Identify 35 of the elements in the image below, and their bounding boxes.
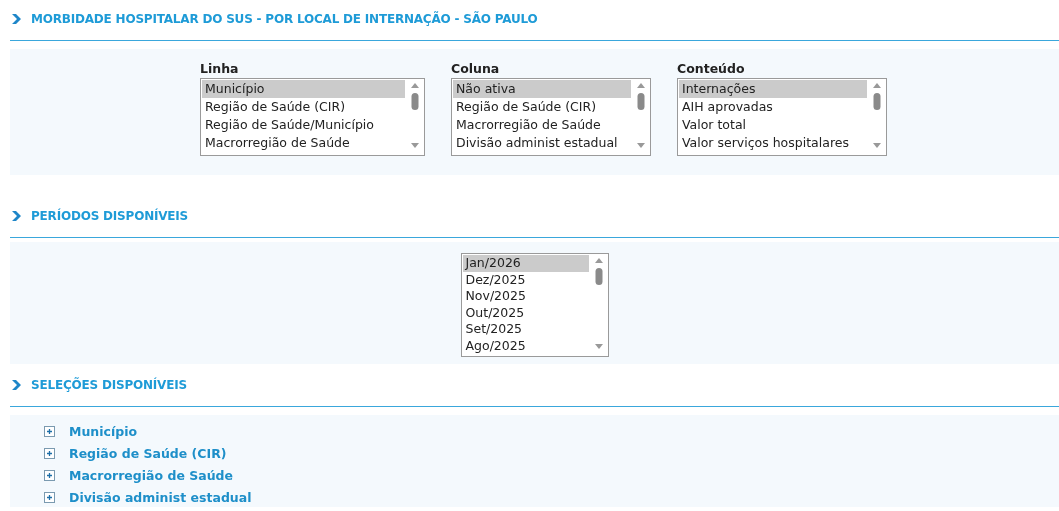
list-option[interactable]: Região de Saúde/Município xyxy=(202,116,405,134)
list-option[interactable]: Jan/2026 xyxy=(462,255,589,272)
chevron-icon xyxy=(12,380,21,390)
list-box[interactable]: Jan/2026 Dez/2025 Nov/2025 Out/2025 Set/2025 Ago/2025 xyxy=(460,253,609,357)
list-option[interactable]: Nov/2025 xyxy=(462,288,589,305)
field-label: Coluna xyxy=(451,61,501,76)
list-option[interactable]: Set/2025 xyxy=(462,321,589,338)
list-option[interactable]: Não ativa xyxy=(453,80,631,98)
list-option[interactable]: Ago/2025 xyxy=(462,337,589,354)
chevron-icon xyxy=(12,211,21,221)
list-option[interactable]: Macrorregião de Saúde xyxy=(202,134,405,152)
list-option[interactable]: Município xyxy=(202,80,405,98)
list-option[interactable]: Divisão administ estadual xyxy=(453,134,631,152)
section-title: SELEÇÕES DISPONÍVEIS xyxy=(31,378,187,392)
expand-icon[interactable] xyxy=(44,491,55,503)
field-label: Conteúdo xyxy=(677,61,746,76)
section-title: MORBIDADE HOSPITALAR DO SUS - POR LOCAL DE INTERNAÇÃO - SÃO PAULO xyxy=(31,12,538,26)
list-option[interactable]: Valor total xyxy=(679,116,867,134)
list-option[interactable]: Valor serviços hospitalares xyxy=(679,134,867,152)
list-option[interactable]: Região de Saúde (CIR) xyxy=(453,98,631,116)
chevron-icon xyxy=(12,14,21,24)
list-option[interactable]: Região de Saúde (CIR) xyxy=(202,98,405,116)
expand-icon[interactable] xyxy=(44,447,55,459)
expand-icon[interactable] xyxy=(44,469,55,481)
list-option[interactable]: AIH aprovadas xyxy=(679,98,867,116)
list-box[interactable]: Município Região de Saúde (CIR) Região de Saúde/Município Macrorregião de Saúde xyxy=(200,78,425,156)
field-label: Linha xyxy=(200,61,240,76)
expand-icon[interactable] xyxy=(44,425,55,437)
section-title: PERÍODOS DISPONÍVEIS xyxy=(31,209,189,223)
list-option[interactable]: Dez/2025 xyxy=(462,271,589,288)
list-option[interactable]: Out/2025 xyxy=(462,304,589,321)
list-option[interactable]: Macrorregião de Saúde xyxy=(453,116,631,134)
list-option[interactable]: Internações xyxy=(679,80,867,98)
list-box[interactable]: Não ativa Região de Saúde (CIR) Macrorregião de Saúde Divisão administ estadual xyxy=(451,78,651,156)
list-box[interactable]: Internações AIH aprovadas Valor total Valor serviços hospitalares xyxy=(677,78,887,156)
